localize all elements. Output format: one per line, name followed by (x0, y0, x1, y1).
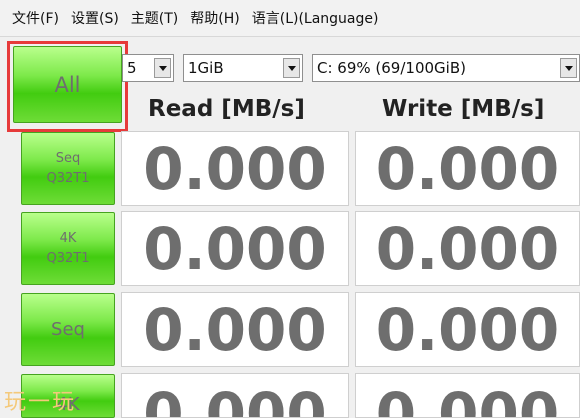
watermark: 玩一玩 (4, 390, 77, 415)
menu-language[interactable]: 语言(L)(Language) (246, 8, 385, 28)
4k-write-value: 0.000 (355, 373, 580, 418)
menu-theme[interactable]: 主题(T) (125, 8, 184, 28)
4k-q32t1-read-value: 0.000 (121, 211, 349, 286)
seq-q32t1-line2: Q32T1 (46, 170, 90, 186)
test-size-select[interactable]: 1GiB (183, 54, 303, 82)
seq-read-value: 0.000 (121, 292, 349, 367)
seq-q32t1-write-value: 0.000 (355, 131, 580, 206)
4k-q32t1-line2: Q32T1 (46, 250, 90, 266)
seq-button[interactable]: Seq (21, 293, 115, 366)
chevron-down-icon[interactable] (154, 58, 171, 78)
seq-button-label: Seq (51, 319, 85, 340)
drive-select[interactable]: C: 69% (69/100GiB) (312, 54, 580, 82)
test-count-value: 5 (127, 59, 137, 77)
seq-q32t1-button[interactable]: Seq Q32T1 (21, 132, 115, 205)
seq-q32t1-read-value: 0.000 (121, 131, 349, 206)
chevron-down-icon[interactable] (283, 58, 300, 78)
highlight-box (7, 41, 128, 132)
seq-q32t1-line1: Seq (55, 150, 81, 166)
seq-write-value: 0.000 (355, 292, 580, 367)
test-size-value: 1GiB (188, 59, 224, 77)
4k-q32t1-write-value: 0.000 (355, 211, 580, 286)
test-count-select[interactable]: 5 (122, 54, 174, 82)
4k-read-value: 0.000 (121, 373, 349, 418)
menu-settings[interactable]: 设置(S) (65, 8, 125, 28)
write-header: Write [MB/s] (382, 96, 545, 122)
menu-file[interactable]: 文件(F) (0, 8, 65, 28)
4k-q32t1-button[interactable]: 4K Q32T1 (21, 212, 115, 285)
4k-q32t1-line1: 4K (59, 230, 77, 246)
read-header: Read [MB/s] (148, 96, 305, 122)
chevron-down-icon[interactable] (560, 58, 577, 78)
drive-value: C: 69% (69/100GiB) (317, 59, 466, 77)
menu-bar: 文件(F) 设置(S) 主题(T) 帮助(H) 语言(L)(Language) (0, 0, 580, 37)
menu-help[interactable]: 帮助(H) (184, 8, 245, 28)
